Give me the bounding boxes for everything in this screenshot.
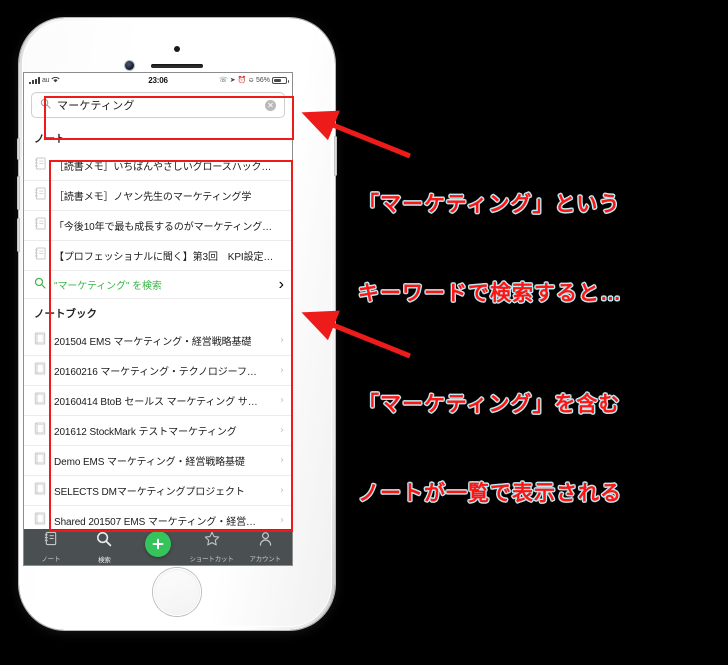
chevron-right-icon: › — [280, 395, 284, 406]
home-button[interactable] — [153, 568, 201, 616]
clear-circle-icon[interactable]: ✕ — [265, 99, 276, 111]
note-icon — [34, 216, 46, 235]
annotation-results-list: 「マーケティング」を含む ノートが一覧で表示される — [358, 330, 622, 569]
chevron-right-icon: › — [280, 335, 284, 346]
notebook-icon — [34, 481, 46, 500]
tab-account[interactable]: アカウント — [238, 531, 292, 563]
match-highlight: マーケティング — [116, 487, 186, 498]
tab-shortcuts[interactable]: ショートカット — [185, 531, 239, 563]
match-highlight: マーケティング — [193, 222, 263, 233]
match-highlight: マーケティング — [172, 192, 242, 203]
note-icon — [34, 246, 46, 265]
list-item[interactable]: Demo EMS マーケティング・経営戦略基礎 › — [24, 446, 292, 476]
list-item-label: 20160216 マーケティング・テクノロジーフ… — [54, 367, 257, 378]
plus-icon[interactable] — [144, 531, 171, 557]
chevron-right-icon: › — [278, 275, 284, 293]
list-item-label: 201612 StockMark テストマーケティング — [54, 427, 237, 438]
search-all-label: "マーケティング" を検索 — [54, 281, 162, 292]
volume-up-button[interactable] — [17, 176, 20, 210]
search-icon — [96, 531, 112, 552]
search-results-list[interactable]: ノート ［読書メモ］いちばんやさしいグロースハック… ［読書メモ］ノヤン先生のマー… — [24, 124, 292, 529]
match-highlight: マーケティング — [166, 397, 236, 408]
annotation-results-list-line2: ノートが一覧で表示される — [358, 482, 622, 506]
list-item[interactable]: 201612 StockMark テストマーケティング › — [24, 416, 292, 446]
list-item[interactable]: 20160414 BtoB セールス マーケティング サ… › — [24, 386, 292, 416]
note-list-icon — [43, 531, 58, 551]
list-item[interactable]: ［読書メモ］ノヤン先生のマーケティング学 — [24, 181, 292, 211]
notebook-icon — [34, 511, 46, 530]
list-item-label: ［読書メモ］いちばんやさしいグロースハック… — [54, 162, 272, 173]
list-item[interactable]: 201504 EMS マーケティング・経営戦略基礎 › — [24, 326, 292, 356]
search-bar-container: マーケティング ✕ — [24, 87, 292, 124]
search-input-value: マーケティング — [57, 100, 135, 112]
search-icon — [34, 276, 46, 294]
list-item-label: 201504 EMS マーケティング・経営戦略基礎 — [54, 337, 252, 348]
chevron-right-icon: › — [280, 485, 284, 496]
list-item[interactable]: ［読書メモ］いちばんやさしいグロースハック… — [24, 151, 292, 181]
headphones-icon: ⎉ — [248, 76, 254, 84]
tab-new-note[interactable] — [131, 531, 185, 559]
earpiece-speaker — [151, 64, 203, 68]
list-item-label: 【プロフェッショナルに聞く】第3回 KPI設定… — [54, 252, 274, 263]
phone-icon: ☏ — [219, 76, 228, 84]
notebook-icon — [34, 421, 46, 440]
list-item-label: SELECTS DMマーケティングプロジェクト — [54, 487, 245, 498]
list-item[interactable]: 「今後10年で最も成長するのがマーケティング… — [24, 211, 292, 241]
alarm-icon: ⏰ — [237, 76, 247, 84]
section-header-notes: ノート — [34, 133, 66, 145]
note-icon — [34, 156, 46, 175]
tab-notes[interactable]: ノート — [24, 531, 78, 563]
list-item[interactable]: SELECTS DMマーケティングプロジェクト › — [24, 476, 292, 506]
battery-percent-label: 56% — [255, 76, 270, 84]
list-item-label: 20160414 BtoB セールス マーケティング サ… — [54, 397, 258, 408]
search-input[interactable]: マーケティング ✕ — [31, 92, 285, 118]
tab-label-notes: ノート — [41, 556, 61, 563]
list-item[interactable]: 【プロフェッショナルに聞く】第3回 KPI設定… — [24, 241, 292, 271]
annotation-search-keyword-line1: 「マーケティング」という — [358, 192, 621, 216]
tab-label-search: 検索 — [98, 556, 111, 564]
list-item-label: Demo EMS マーケティング・経営戦略基礎 — [54, 457, 245, 468]
list-item-label: Shared 201507 EMS マーケティング・経営… — [54, 517, 256, 528]
screenshot-canvas: au 23:06 ☏ ➤ ⏰ ⎉ 56% マーケティング ✕ ノート ［読書メモ… — [0, 0, 728, 665]
list-item[interactable]: 20160216 マーケティング・テクノロジーフ… › — [24, 356, 292, 386]
notebook-icon — [34, 331, 46, 350]
tab-label-shortcuts: ショートカット — [189, 556, 234, 563]
bottom-tab-bar[interactable]: ノート 検索 ショートカット アカウント — [24, 529, 292, 565]
status-bar: au 23:06 ☏ ➤ ⏰ ⎉ 56% — [24, 73, 292, 87]
notebook-icon — [34, 391, 46, 410]
volume-down-button[interactable] — [17, 218, 20, 252]
chevron-right-icon: › — [280, 455, 284, 466]
search-all-row[interactable]: "マーケティング" を検索 › — [24, 271, 292, 299]
notebook-icon — [34, 361, 46, 380]
tab-label-account: アカウント — [249, 556, 281, 563]
location-arrow-icon: ➤ — [229, 76, 236, 84]
star-icon — [204, 531, 220, 551]
chevron-right-icon: › — [280, 515, 284, 526]
list-item[interactable]: Shared 201507 EMS マーケティング・経営… › — [24, 506, 292, 529]
list-item-label: ［読書メモ］ノヤン先生のマーケティング学 — [54, 192, 252, 203]
account-icon — [258, 531, 273, 551]
notebook-icon — [34, 451, 46, 470]
match-highlight: マーケティング — [113, 337, 182, 348]
list-item-label: 「今後10年で最も成長するのがマーケティング… — [54, 222, 273, 233]
phone-screen: au 23:06 ☏ ➤ ⏰ ⎉ 56% マーケティング ✕ ノート ［読書メモ… — [24, 73, 292, 565]
match-highlight: マーケティング — [100, 367, 169, 378]
note-icon — [34, 186, 46, 205]
chevron-right-icon: › — [280, 365, 284, 376]
notebooks-result-group: 201504 EMS マーケティング・経営戦略基礎 › 20160216 マーケティ… — [24, 326, 292, 529]
notes-result-group: ［読書メモ］いちばんやさしいグロースハック… ［読書メモ］ノヤン先生のマーケティン… — [24, 151, 292, 271]
silent-switch[interactable] — [17, 138, 20, 160]
section-header-notebooks: ノートブック — [34, 308, 97, 320]
annotation-results-list-line1: 「マーケティング」を含む — [358, 392, 621, 416]
search-icon — [40, 96, 51, 114]
chevron-right-icon: › — [280, 425, 284, 436]
tab-search[interactable]: 検索 — [78, 531, 132, 564]
battery-icon — [272, 76, 289, 84]
match-highlight: マーケティング — [107, 457, 176, 468]
annotation-search-keyword-line2: キーワードで検索すると… — [358, 282, 622, 306]
match-highlight: マーケティング — [168, 427, 237, 438]
front-camera-icon — [125, 61, 134, 70]
match-highlight: マーケティング — [147, 517, 217, 528]
proximity-sensor — [174, 46, 180, 52]
